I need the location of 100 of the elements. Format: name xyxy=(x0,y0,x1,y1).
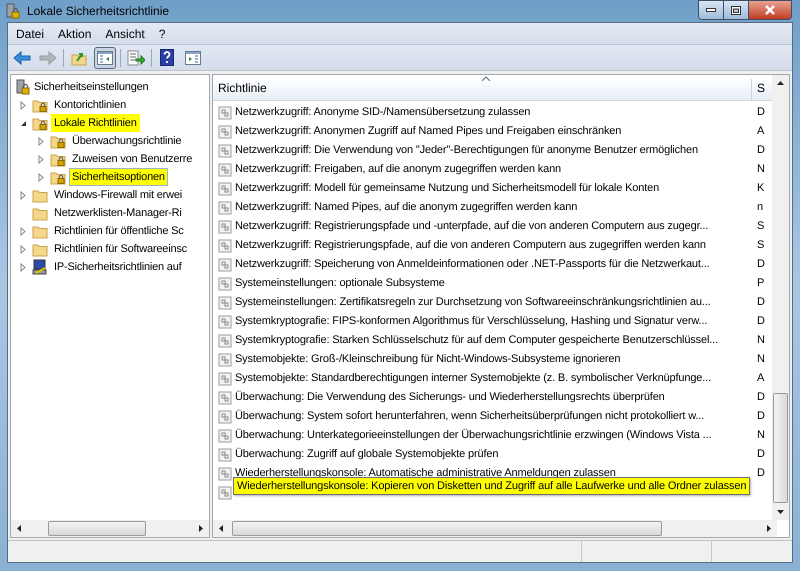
policy-name[interactable]: Netzwerkzugriff: Freigaben, auf die anonym zugegriffen werden kann xyxy=(235,161,561,178)
policy-name[interactable]: Überwachung: System sofort herunterfahren, wenn Sicherheitsüberprüfungen nicht protokolliert w... xyxy=(235,408,704,425)
tree-item[interactable]: Richtlinien für Softwareeinsc xyxy=(51,240,190,258)
export-list-icon xyxy=(127,50,145,66)
policy-icon xyxy=(218,296,232,310)
table-cell-text: D xyxy=(756,447,766,462)
policy-name[interactable]: Systemeinstellungen: optionale Subsysteme xyxy=(235,275,445,292)
policy-icon xyxy=(218,144,232,158)
column-header[interactable]: Richtlinie xyxy=(213,79,752,100)
table-cell-text: K xyxy=(756,181,766,196)
locked-folder-icon xyxy=(32,116,48,130)
table-cell-text: D xyxy=(756,257,766,272)
policy-name[interactable]: Netzwerkzugriff: Named Pipes, auf die anonym zugegriffen werden kann xyxy=(235,199,578,216)
scroll-thumb[interactable] xyxy=(773,393,788,503)
table-cell-text: D xyxy=(756,466,766,482)
policy-name[interactable]: Überwachung: Unterkategorieeinstellungen der Überwachungsrichtlinie erzwingen (Windows Vista ... xyxy=(235,427,712,444)
table-cell-text: D xyxy=(756,390,766,406)
policy-name[interactable]: Systemkryptografie: Starken Schlüsselschutz für auf dem Computer gespeicherte Benutzerschlüssel... xyxy=(235,332,718,349)
computer-icon xyxy=(32,259,48,275)
policy-icon xyxy=(218,276,232,290)
horizontal-scrollbar[interactable] xyxy=(213,520,777,537)
maximize-icon xyxy=(731,6,741,14)
table-cell-text: P xyxy=(756,276,766,292)
sort-ascending-icon xyxy=(482,76,490,81)
table-cell-text: N xyxy=(756,428,766,444)
policy-icon xyxy=(218,220,232,234)
policy-name[interactable]: Netzwerkzugriff: Registrierungspfade und -unterpfade, auf die von anderen Computern aus zugegr... xyxy=(235,218,708,235)
policy-icon xyxy=(218,466,232,480)
menu-item[interactable]: Aktion xyxy=(52,24,98,42)
policy-name[interactable]: Netzwerkzugriff: Die Verwendung von "Jeder"-Berechtigungen für anonyme Benutzer ermöglichen xyxy=(235,142,698,159)
expand-arrow-icon[interactable] xyxy=(20,244,26,254)
horizontal-scrollbar[interactable] xyxy=(11,520,209,537)
policy-name[interactable]: Überwachung: Die Verwendung des Sicherungs- und Wiederherstellungsrechts überprüfen xyxy=(235,389,665,406)
table-cell-text: D xyxy=(756,143,766,158)
table-cell-text: D xyxy=(756,295,766,310)
maximize-button[interactable] xyxy=(724,1,749,19)
tree-root[interactable]: Sicherheitseinstellungen xyxy=(34,78,148,96)
table-cell-text: S xyxy=(756,238,766,254)
tree-item[interactable]: Richtlinien für öffentliche Sc xyxy=(51,222,187,240)
expand-arrow-icon[interactable] xyxy=(20,226,26,236)
tree-item[interactable]: Zuweisen von Benutzerre xyxy=(69,150,196,168)
locked-folder-icon xyxy=(50,170,66,184)
tree-item[interactable]: Netzwerklisten-Manager-Ri xyxy=(51,204,185,222)
policy-name[interactable]: Netzwerkzugriff: Anonyme SID-/Namensübersetzung zulassen xyxy=(235,104,530,121)
menu-item[interactable]: ? xyxy=(152,24,172,42)
tree-item[interactable]: Kontorichtlinien xyxy=(51,96,130,114)
policy-name[interactable]: Systemeinstellungen: Zertifikatsregeln zur Durchsetzung von Softwareeinschränkungsrichtlinien au... xyxy=(235,294,711,311)
tree-item[interactable]: Sicherheitsoptionen xyxy=(69,168,168,186)
vertical-scrollbar[interactable] xyxy=(772,75,789,520)
table-cell-text: S xyxy=(756,219,766,234)
window-title: Lokale Sicherheitsrichtlinie xyxy=(27,3,170,20)
policy-name[interactable]: Netzwerkzugriff: Speicherung von Anmeldeinformationen oder .NET-Passports für die Netzwerkaut... xyxy=(235,256,710,273)
table-cell-text: N xyxy=(756,352,766,368)
policy-name[interactable]: Systemkryptografie: FIPS-konformen Algorithmus für Verschlüsselung, Hashing und Signatur verw... xyxy=(235,313,708,330)
menu-item[interactable]: Datei xyxy=(10,24,50,42)
forward-arrow-icon xyxy=(39,50,57,64)
locked-folder-icon xyxy=(50,152,66,166)
policy-name[interactable]: Systemobjekte: Groß-/Kleinschreibung für Nicht-Windows-Subsysteme ignorieren xyxy=(235,351,620,368)
locked-folder-icon xyxy=(50,134,66,148)
policy-icon xyxy=(218,182,232,196)
policy-icon xyxy=(218,352,232,366)
tooltip: Wiederherstellungskonsole: Kopieren von Disketten und Zugriff auf alle Laufwerke und alle Ordner zulassen xyxy=(233,477,750,495)
expand-arrow-icon[interactable] xyxy=(38,172,44,182)
policy-icon xyxy=(218,106,232,120)
server-lock-icon xyxy=(16,79,30,95)
folder-icon xyxy=(32,206,48,220)
expand-arrow-icon[interactable] xyxy=(38,154,44,164)
expand-arrow-icon[interactable] xyxy=(20,100,26,110)
tree-item[interactable]: Lokale Richtlinien xyxy=(51,114,140,132)
folder-icon xyxy=(32,224,48,238)
policy-name[interactable]: Netzwerkzugriff: Registrierungspfade, auf die von anderen Computern aus zugegriffen werden kann xyxy=(235,237,706,254)
expand-arrow-icon[interactable] xyxy=(20,190,26,200)
close-button[interactable] xyxy=(749,1,791,19)
tree-item[interactable]: Überwachungsrichtlinie xyxy=(69,132,184,150)
policy-icon xyxy=(218,448,232,462)
column-header[interactable]: S xyxy=(752,79,772,100)
table-cell-text: D xyxy=(756,105,766,120)
menu-item[interactable]: Ansicht xyxy=(99,24,151,42)
policy-name[interactable]: Netzwerkzugriff: Modell für gemeinsame Nutzung und Sicherheitsmodell für lokale Konten xyxy=(235,180,660,197)
policy-icon xyxy=(218,238,232,252)
table-cell-text: N xyxy=(756,333,766,348)
minimize-icon xyxy=(706,8,716,12)
scroll-thumb[interactable] xyxy=(232,521,662,536)
policy-name[interactable]: Überwachung: Zugriff auf globale Systemobjekte prüfen xyxy=(235,446,498,463)
policy-icon xyxy=(218,410,232,424)
table-cell-text: N xyxy=(756,162,766,178)
tree-item[interactable]: IP-Sicherheitsrichtlinien auf xyxy=(51,258,184,276)
scroll-thumb[interactable] xyxy=(48,521,146,536)
folder-icon xyxy=(32,188,48,202)
expand-arrow-icon[interactable] xyxy=(38,136,44,146)
policy-name[interactable]: Netzwerkzugriff: Anonymen Zugriff auf Named Pipes und Freigaben einschränken xyxy=(235,123,622,140)
tree-item[interactable]: Windows-Firewall mit erwei xyxy=(51,186,186,204)
policy-icon xyxy=(218,124,232,138)
table-cell-text: D xyxy=(756,409,766,424)
server-lock-icon xyxy=(6,3,20,19)
policy-icon xyxy=(218,200,232,214)
minimize-button[interactable] xyxy=(699,1,724,19)
policy-name[interactable]: Systemobjekte: Standardberechtigungen interner Systemobjekte (z. B. symbolischer Verknüpfunge... xyxy=(235,370,711,387)
expand-arrow-icon[interactable] xyxy=(20,262,26,272)
collapse-arrow-icon[interactable] xyxy=(20,120,26,126)
